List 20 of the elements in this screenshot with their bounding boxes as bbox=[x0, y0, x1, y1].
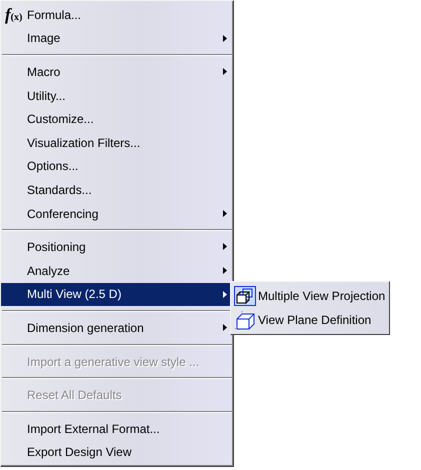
cubes-icon bbox=[234, 286, 256, 306]
menu-item[interactable]: Standards... bbox=[1, 178, 233, 202]
menu-item[interactable]: Export Design View bbox=[1, 440, 233, 464]
menu-item[interactable]: Image bbox=[1, 26, 233, 50]
menu-item[interactable]: Conferencing bbox=[1, 202, 233, 226]
menu-item[interactable]: Customize... bbox=[1, 107, 233, 131]
menu-item[interactable]: Utility... bbox=[1, 84, 233, 108]
menu-item[interactable]: Dimension generation bbox=[1, 316, 233, 340]
menu-item[interactable]: f(x) Formula... bbox=[1, 3, 233, 27]
menu-item[interactable]: Multiple View Projection bbox=[231, 284, 389, 308]
menu-item[interactable]: Import External Format... bbox=[1, 416, 233, 440]
menu-item[interactable]: Options... bbox=[1, 154, 233, 178]
menu-item[interactable]: View Plane Definition bbox=[231, 308, 389, 332]
menu-item[interactable]: Positioning bbox=[1, 235, 233, 259]
plane-box-icon bbox=[234, 310, 256, 330]
menu-item[interactable]: Visualization Filters... bbox=[1, 130, 233, 155]
formula-icon: f(x) bbox=[5, 6, 22, 26]
menu-item[interactable]: Macro bbox=[1, 60, 233, 84]
menu-item[interactable]: Analyze bbox=[1, 258, 233, 283]
menu-item[interactable]: Multi View (2.5 D) bbox=[1, 282, 233, 306]
